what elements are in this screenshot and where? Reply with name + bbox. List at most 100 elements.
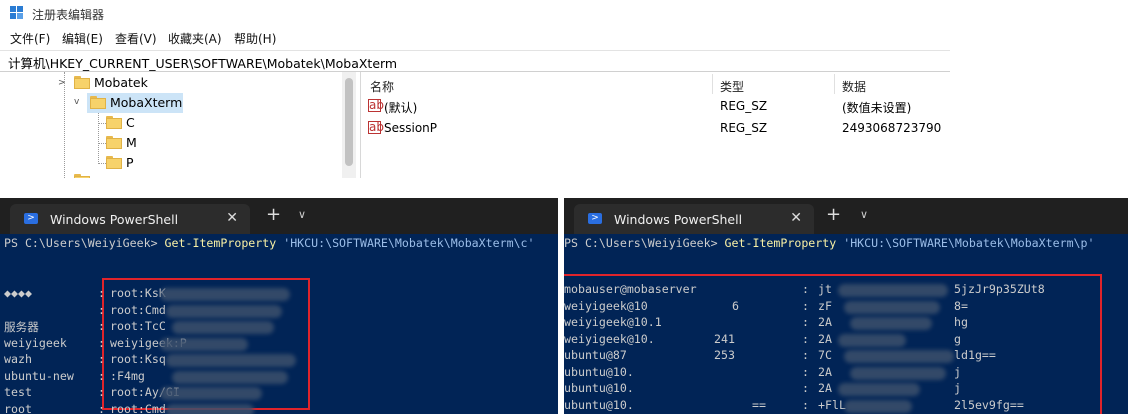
output-value-tail: 8= bbox=[954, 298, 968, 313]
output-separator: : bbox=[98, 302, 105, 317]
column-header-type[interactable]: 类型 bbox=[720, 78, 744, 95]
command-line: PS C:\Users\WeiyiGeek> Get-ItemProperty … bbox=[4, 236, 535, 250]
folder-icon bbox=[106, 136, 122, 149]
output-key: ubuntu@10. bbox=[564, 381, 634, 395]
terminal-output[interactable]: PS C:\Users\WeiyiGeek> Get-ItemProperty … bbox=[0, 234, 558, 414]
chevron-down-icon[interactable]: ∨ bbox=[860, 208, 868, 221]
menu-file[interactable]: 文件(F) bbox=[10, 30, 50, 47]
column-header-name[interactable]: 名称 bbox=[370, 78, 394, 95]
tab-powershell[interactable]: > Windows PowerShell ✕ bbox=[10, 204, 250, 234]
output-value: root:KsK bbox=[110, 286, 166, 300]
chevron-down-icon[interactable]: v bbox=[74, 97, 84, 107]
chevron-right-icon[interactable]: > bbox=[58, 78, 68, 88]
tree-item-p[interactable]: P bbox=[106, 154, 206, 174]
output-value: root:TcC bbox=[110, 319, 166, 333]
menu-view[interactable]: 查看(V) bbox=[115, 30, 157, 47]
powershell-window-left: > Windows PowerShell ✕ + ∨ PS C:\Users\W… bbox=[0, 198, 558, 414]
column-divider[interactable] bbox=[712, 74, 713, 94]
registry-editor-window: 注册表编辑器 文件(F) 编辑(E) 查看(V) 收藏夹(A) 帮助(H) 计算… bbox=[0, 0, 950, 180]
address-path[interactable]: 计算机\HKEY_CURRENT_USER\SOFTWARE\Mobatek\M… bbox=[8, 53, 397, 72]
redaction-blur bbox=[160, 337, 248, 351]
command-argument: 'HKCU:\SOFTWARE\Mobatek\MobaXterm\p' bbox=[836, 236, 1095, 250]
redaction-blur bbox=[850, 366, 946, 380]
output-key: wazh bbox=[4, 352, 32, 366]
value-type: REG_SZ bbox=[720, 99, 768, 113]
column-header-data[interactable]: 数据 bbox=[842, 78, 866, 95]
output-value-tail: 2l5ev9fg== bbox=[954, 397, 1024, 412]
value-row[interactable]: ab SessionP REG_SZ 2493068723790 bbox=[362, 120, 950, 140]
string-value-icon: ab bbox=[368, 120, 384, 134]
scrollbar-thumb[interactable] bbox=[345, 78, 353, 166]
value-data: (数值未设置) bbox=[842, 101, 912, 115]
redaction-blur bbox=[838, 284, 948, 297]
new-tab-button[interactable]: + bbox=[826, 206, 841, 224]
powershell-icon: > bbox=[24, 213, 38, 224]
value-data: 2493068723790 bbox=[842, 121, 942, 135]
tab-powershell[interactable]: > Windows PowerShell ✕ bbox=[574, 204, 814, 234]
output-separator: : bbox=[802, 381, 809, 395]
output-value: 2A bbox=[818, 364, 832, 379]
menu-help[interactable]: 帮助(H) bbox=[234, 30, 276, 47]
chevron-down-icon[interactable]: ∨ bbox=[298, 208, 306, 221]
value-name: SessionP bbox=[384, 121, 438, 135]
output-value-tail: g bbox=[954, 331, 961, 346]
tree-item-mobaxterm[interactable]: v MobaXterm bbox=[74, 94, 274, 114]
tab-bar: > Windows PowerShell ✕ + ∨ bbox=[564, 198, 1128, 234]
output-value-tail: hg bbox=[954, 315, 968, 329]
close-icon[interactable]: ✕ bbox=[790, 210, 802, 226]
output-key: ◆◆◆◆ bbox=[4, 286, 32, 300]
redaction-blur bbox=[838, 383, 920, 396]
tab-title: Windows PowerShell bbox=[50, 212, 179, 227]
output-value: zF bbox=[818, 298, 832, 313]
window-title: 注册表编辑器 bbox=[32, 8, 105, 22]
tree-item-mobatek[interactable]: > Mobatek bbox=[58, 74, 258, 94]
new-tab-button[interactable]: + bbox=[266, 206, 281, 224]
output-value: 2A bbox=[818, 315, 832, 329]
menu-favorites[interactable]: 收藏夹(A) bbox=[168, 30, 222, 47]
powershell-window-right: > Windows PowerShell ✕ + ∨ PS C:\Users\W… bbox=[564, 198, 1128, 414]
redaction-blur bbox=[844, 300, 940, 314]
redaction-blur bbox=[838, 333, 906, 347]
output-value: root:Cmd bbox=[110, 302, 166, 317]
output-key: weiyigeek@10 bbox=[564, 298, 648, 313]
value-list: 名称 类型 数据 ab (默认) REG_SZ (数值未设置) ab Sessi… bbox=[362, 72, 950, 178]
pane-splitter[interactable] bbox=[360, 72, 361, 178]
tab-title: Windows PowerShell bbox=[614, 212, 743, 227]
column-divider[interactable] bbox=[834, 74, 835, 94]
redaction-blur bbox=[850, 317, 932, 330]
command-line: PS C:\Users\WeiyiGeek> Get-ItemProperty … bbox=[564, 236, 1095, 250]
redaction-blur bbox=[160, 288, 290, 301]
tree-label: M bbox=[126, 135, 137, 150]
tree-item-c[interactable]: C bbox=[106, 114, 206, 134]
output-key: weiyigeek@10. bbox=[564, 331, 655, 346]
terminal-output[interactable]: PS C:\Users\WeiyiGeek> Get-ItemProperty … bbox=[564, 234, 1128, 414]
output-value: root:Ksq bbox=[110, 352, 166, 366]
redaction-blur bbox=[844, 399, 912, 413]
folder-icon bbox=[106, 116, 122, 129]
folder-icon bbox=[106, 156, 122, 169]
folder-icon bbox=[90, 96, 106, 109]
output-value-tail: 5jzJr9p35ZUt8 bbox=[954, 282, 1045, 296]
output-value: 7C bbox=[818, 348, 832, 362]
tree-scrollbar[interactable] bbox=[342, 72, 356, 178]
close-icon[interactable]: ✕ bbox=[226, 210, 238, 226]
redaction-blur bbox=[160, 387, 262, 400]
tree-guide bbox=[98, 112, 99, 164]
output-separator: : bbox=[98, 335, 105, 350]
output-separator: : bbox=[98, 368, 105, 383]
address-bar[interactable]: 计算机\HKEY_CURRENT_USER\SOFTWARE\Mobatek\M… bbox=[0, 50, 950, 72]
redaction-blur bbox=[166, 304, 282, 318]
tree-label: P bbox=[126, 155, 134, 170]
output-key: weiyigeek bbox=[4, 335, 67, 350]
value-row[interactable]: ab (默认) REG_SZ (数值未设置) bbox=[362, 98, 950, 118]
tree-item-m[interactable]: M bbox=[106, 134, 206, 154]
output-key: weiyigeek@10.1 bbox=[564, 315, 662, 329]
output-value-tail: ld1g== bbox=[954, 348, 996, 362]
tree-label: C bbox=[126, 115, 135, 130]
command-name: Get-ItemProperty bbox=[724, 236, 837, 250]
menu-edit[interactable]: 编辑(E) bbox=[62, 30, 103, 47]
output-key: root bbox=[4, 401, 32, 414]
folder-icon bbox=[74, 174, 90, 178]
output-separator: : bbox=[802, 282, 809, 296]
command-name: Get-ItemProperty bbox=[164, 236, 277, 250]
